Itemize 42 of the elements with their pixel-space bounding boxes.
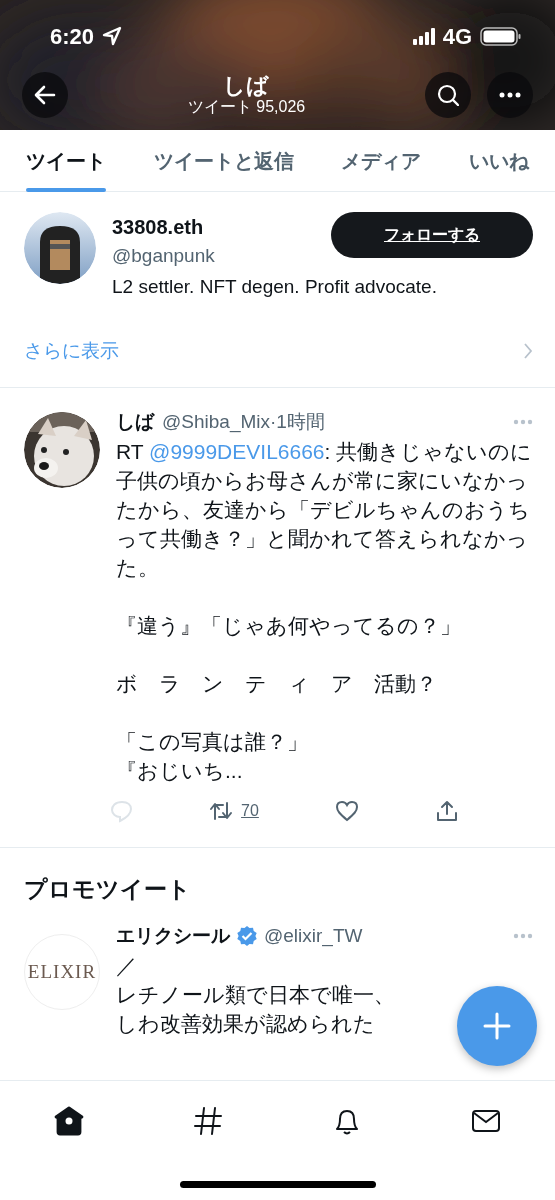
author-handle: @Shiba_Mix xyxy=(162,410,270,435)
tweet-time: 1時間 xyxy=(276,410,325,434)
share-button[interactable] xyxy=(435,798,459,823)
profile-tab[interactable]: ツイート xyxy=(26,130,106,192)
user-bio: L2 settler. NFT degen. Profit advocate. xyxy=(112,274,438,299)
location-icon xyxy=(102,26,123,46)
plus-icon xyxy=(483,1012,511,1040)
tweet-text: ／ xyxy=(116,952,137,979)
user-name: 33808.eth xyxy=(112,215,205,240)
battery-icon xyxy=(480,26,521,46)
separator-dot: · xyxy=(270,410,277,434)
profile-tab[interactable]: いいね xyxy=(468,130,529,192)
user-handle: @bganpunk xyxy=(112,244,215,268)
network-label: 4G xyxy=(442,22,472,51)
tweet-text: ボ ラ ン テ ィ ア 活動？ xyxy=(116,670,437,697)
chevron-right-icon xyxy=(523,342,533,360)
more-icon xyxy=(499,92,521,98)
section-heading: プロモツイート xyxy=(23,874,192,904)
follow-button[interactable]: フォローする xyxy=(331,212,533,258)
compose-button[interactable] xyxy=(457,986,537,1066)
retweet-button[interactable]: 70 xyxy=(209,798,259,823)
signal-icon xyxy=(412,27,435,45)
tweet-text: RT @9999DEVIL6666: 共働きじゃないのに子供の頃からお母さんが常に家にいなかったから、友達から「デビルちゃんのおうちって共働き？」と聞かれて答えられなかった。 xyxy=(116,438,533,581)
search-icon xyxy=(437,84,459,106)
profile-tab[interactable]: メディア xyxy=(341,130,422,192)
share-icon xyxy=(435,798,459,823)
heart-icon xyxy=(334,798,359,823)
author-name: しば xyxy=(116,410,154,434)
tweet-text: しわ改善効果が認められた xyxy=(116,1010,375,1037)
tweet-text: レチノール類で日本で唯一、 xyxy=(116,981,395,1008)
profile-title: しば xyxy=(222,74,271,99)
clock-time: 6:20 xyxy=(50,22,95,51)
tweet-text: 『おじいち... xyxy=(116,757,243,784)
tweet-text: 「この写真は誰？」 xyxy=(116,728,308,755)
speech-bubble-icon xyxy=(110,798,133,823)
back-arrow-icon xyxy=(34,84,56,106)
author-handle: @elixir_TW xyxy=(264,924,363,949)
tweet-count: ツイート 95,026 xyxy=(187,98,306,116)
profile-tab[interactable]: ツイートと返信 xyxy=(153,130,294,192)
tweet-text: 『違う』「じゃあ何やってるの？」 xyxy=(116,612,461,639)
author-name: エリクシール xyxy=(116,924,230,948)
like-button[interactable] xyxy=(334,798,359,823)
